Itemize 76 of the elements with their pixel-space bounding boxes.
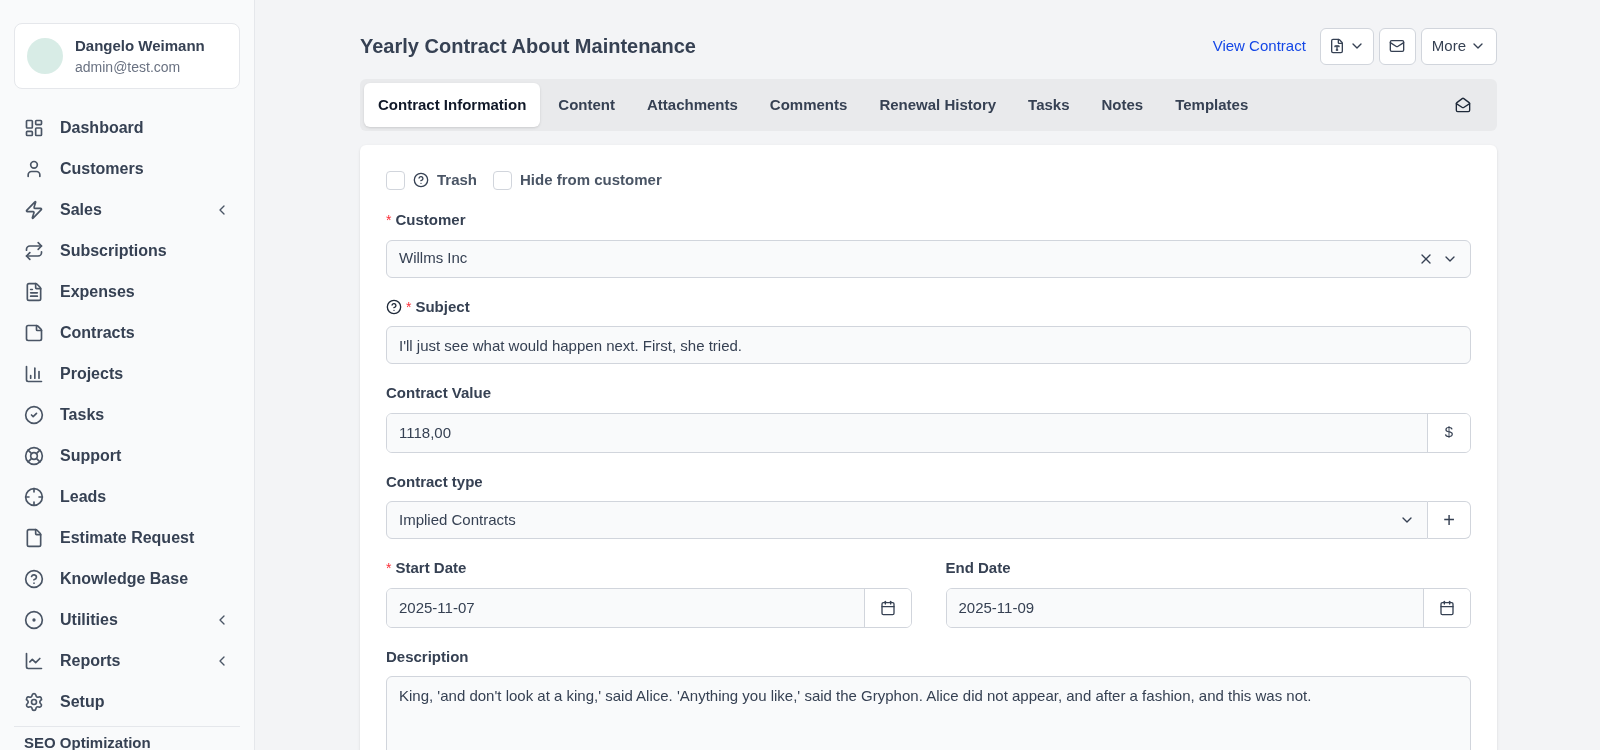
nav-item[interactable]: Sales bbox=[14, 189, 240, 230]
field-label: Contract Value bbox=[386, 383, 492, 403]
field-label: Start Date bbox=[395, 558, 467, 578]
field-label: End Date bbox=[945, 558, 1011, 578]
contract-type-select[interactable]: Implied Contracts bbox=[386, 501, 1428, 539]
field-label: Customer bbox=[395, 210, 466, 230]
page-title: Yearly Contract About Maintenance bbox=[360, 34, 697, 59]
nav-item[interactable]: Subscriptions bbox=[14, 230, 240, 271]
field-label: Subject bbox=[415, 296, 470, 317]
checkbox-label: Trash bbox=[437, 169, 478, 190]
checkbox-label: Hide from customer bbox=[520, 169, 662, 190]
repeat-icon bbox=[24, 240, 44, 261]
nav-item[interactable]: Setup bbox=[14, 681, 240, 722]
required-mark: * bbox=[386, 211, 392, 231]
customer-select[interactable]: Willms Inc bbox=[386, 239, 1471, 278]
view-contract-link[interactable]: View Contract bbox=[1212, 34, 1306, 58]
required-mark: * bbox=[386, 559, 392, 579]
avatar bbox=[27, 38, 63, 74]
line-chart-icon bbox=[24, 650, 44, 671]
contract-value-field[interactable]: 1118,00 $ bbox=[386, 412, 1471, 453]
nav-item[interactable]: Customers bbox=[14, 148, 240, 189]
lightning-icon bbox=[24, 199, 44, 220]
field-label: Contract type bbox=[386, 471, 483, 492]
add-type-button[interactable]: + bbox=[1428, 501, 1471, 539]
nav-item[interactable]: Reports bbox=[14, 640, 240, 681]
user-name: Dangelo Weimann bbox=[75, 35, 205, 56]
help-icon bbox=[386, 298, 402, 315]
tab[interactable]: Templates bbox=[1161, 83, 1263, 127]
currency-addon: $ bbox=[1427, 413, 1470, 452]
user-icon bbox=[24, 158, 44, 179]
pdf-dropdown-button[interactable] bbox=[1319, 27, 1374, 65]
user-card[interactable]: Dangelo Weimann admin@test.com bbox=[14, 23, 240, 89]
document-icon bbox=[24, 281, 44, 302]
mail-icon bbox=[1389, 38, 1406, 54]
circle-dot-icon bbox=[24, 609, 44, 630]
tab[interactable]: Attachments bbox=[633, 83, 752, 127]
calendar-icon[interactable] bbox=[879, 599, 896, 616]
check-circle-icon bbox=[24, 404, 44, 425]
nav-item[interactable]: Leads bbox=[14, 476, 240, 517]
note-icon bbox=[24, 322, 44, 343]
help-icon bbox=[24, 568, 44, 589]
nav-item[interactable]: Utilities bbox=[14, 599, 240, 640]
email-button[interactable] bbox=[1378, 27, 1416, 65]
field-label: Description bbox=[386, 646, 469, 667]
checkbox[interactable] bbox=[493, 170, 513, 190]
chart-icon bbox=[24, 363, 44, 384]
nav-item[interactable]: Estimate Request bbox=[14, 517, 240, 558]
required-mark: * bbox=[406, 297, 412, 317]
subject-field[interactable]: I'll just see what would happen next. First, she tried. bbox=[386, 326, 1471, 364]
file-icon bbox=[24, 527, 44, 548]
settings-icon bbox=[24, 691, 44, 712]
more-button[interactable]: More bbox=[1420, 27, 1497, 65]
date-field[interactable]: 2025-11-09 bbox=[945, 587, 1471, 628]
nav-item[interactable]: Knowledge Base bbox=[14, 558, 240, 599]
nav-item[interactable]: Expenses bbox=[14, 271, 240, 312]
mail-open-icon[interactable] bbox=[1455, 97, 1471, 113]
nav-item[interactable]: Projects bbox=[14, 353, 240, 394]
nav-item[interactable]: Contracts bbox=[14, 312, 240, 353]
checkbox[interactable] bbox=[386, 170, 405, 190]
nav-item[interactable]: Tasks bbox=[14, 394, 240, 435]
nav-item[interactable]: Dashboard bbox=[14, 107, 240, 148]
crosshair-icon bbox=[24, 486, 44, 507]
tab[interactable]: Tasks bbox=[1014, 83, 1084, 127]
user-email: admin@test.com bbox=[75, 58, 182, 78]
description-field[interactable]: King, 'and don't look at a king,' said Alice. 'Anything you like,' said the Gryphon. Alice did not appear, and after a fashion, and this was not. bbox=[386, 676, 1471, 750]
calendar-icon[interactable] bbox=[1439, 599, 1455, 616]
lifebuoy-icon bbox=[24, 445, 44, 466]
tab[interactable]: Notes bbox=[1087, 83, 1158, 127]
dashboard-icon bbox=[24, 117, 44, 138]
tab[interactable]: Comments bbox=[755, 83, 862, 127]
date-field[interactable]: 2025-11-07 bbox=[386, 587, 912, 628]
tab[interactable]: Content bbox=[544, 83, 629, 127]
pdf-file-icon bbox=[1328, 38, 1345, 54]
tab[interactable]: Contract Information bbox=[364, 83, 541, 127]
tab[interactable]: Renewal History bbox=[865, 83, 1011, 127]
nav-item[interactable]: Support bbox=[14, 435, 240, 476]
